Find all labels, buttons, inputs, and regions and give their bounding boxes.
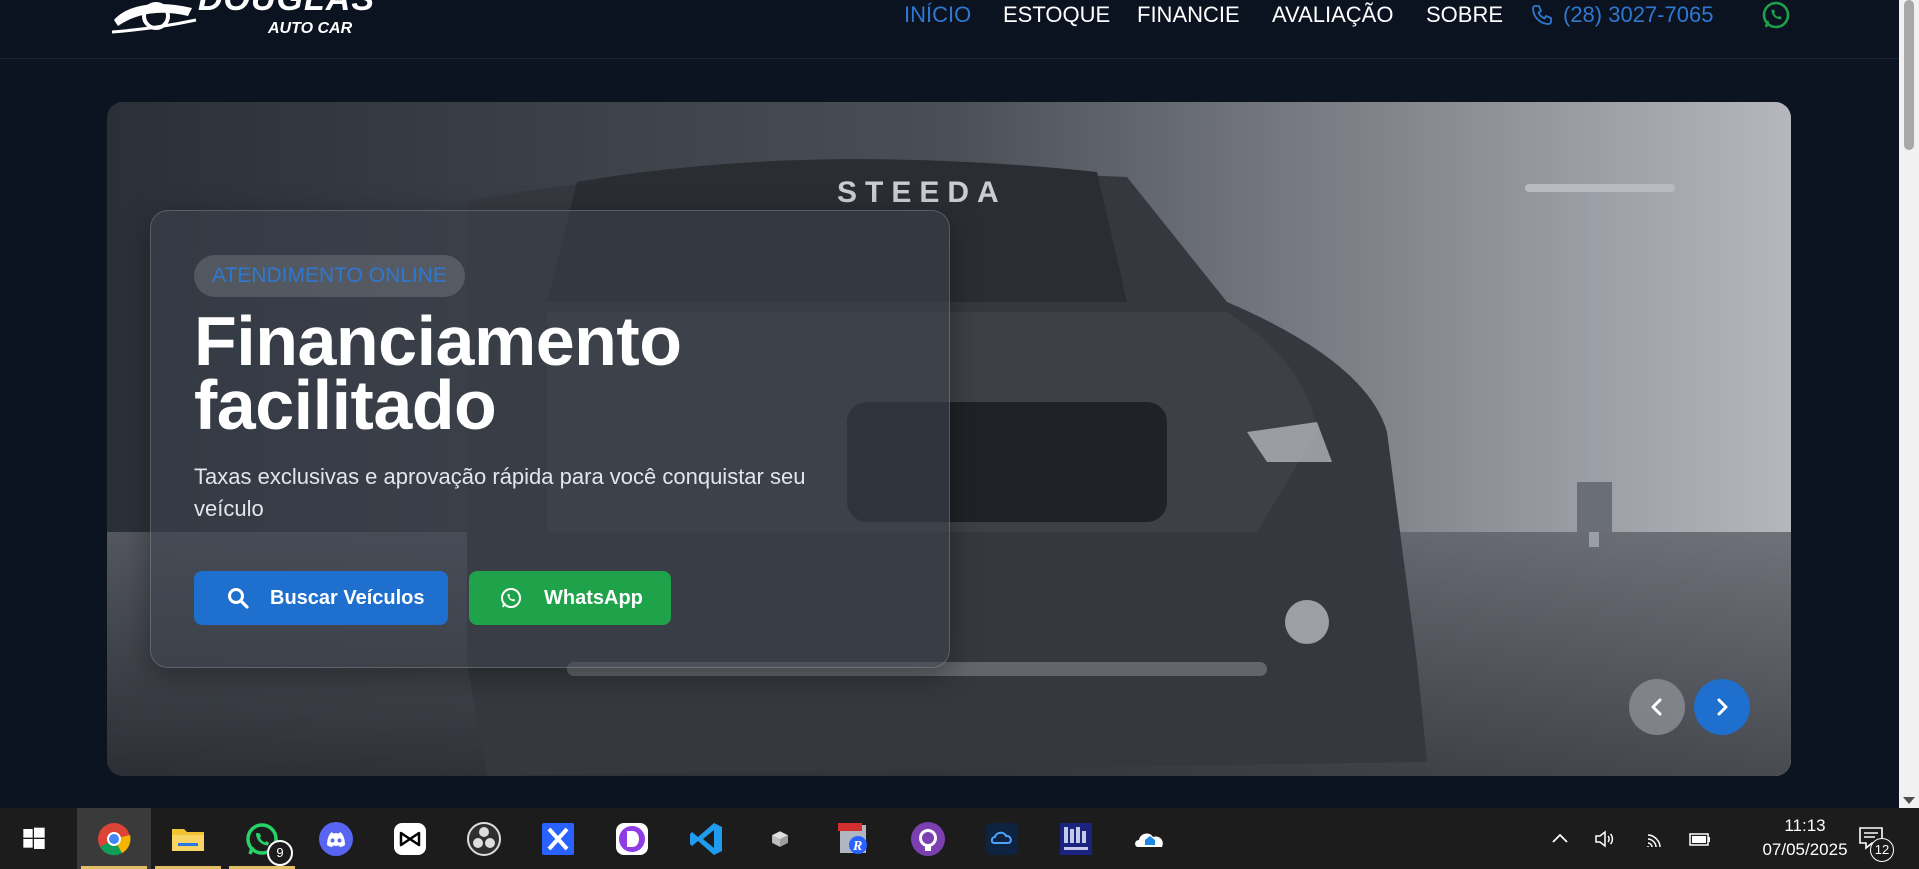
carousel-prev-button[interactable]	[1629, 679, 1685, 735]
vscode-icon	[690, 823, 722, 855]
taskbar-clock[interactable]: 11:13 07/05/2025	[1750, 814, 1860, 862]
taskbar-discord[interactable]	[299, 808, 373, 869]
scrollbar-thumb[interactable]	[1904, 0, 1914, 150]
nav-item-inicio[interactable]: INÍCIO	[904, 2, 971, 28]
whatsapp-icon[interactable]	[1761, 0, 1791, 30]
taskbar-capcut[interactable]	[373, 808, 447, 869]
taskbar-github[interactable]	[891, 808, 965, 869]
discord-icon	[319, 822, 353, 856]
car-logo-icon	[111, 2, 197, 34]
page-scrollbar[interactable]	[1899, 0, 1919, 808]
search-icon	[228, 588, 249, 609]
windows-taskbar: 9 R 11:13 07/05/2025 12	[0, 808, 1919, 869]
obs-icon	[467, 822, 501, 856]
nav-item-estoque[interactable]: ESTOQUE	[1003, 2, 1110, 28]
app-d-icon	[616, 823, 648, 855]
phone-icon[interactable]	[1530, 3, 1554, 27]
app-x-icon	[542, 823, 574, 855]
brand-subtitle: AUTO CAR	[268, 20, 353, 37]
clock-time: 11:13	[1784, 816, 1826, 835]
battery-icon[interactable]	[1688, 827, 1712, 851]
carousel-next-button[interactable]	[1694, 679, 1750, 735]
whatsapp-button-label: WhatsApp	[544, 587, 643, 609]
whatsapp-icon	[501, 588, 521, 608]
notification-count-badge: 12	[1870, 838, 1894, 862]
clock-date: 07/05/2025	[1762, 840, 1848, 859]
hero-title: Financiamento facilitado	[194, 302, 894, 444]
chrome-icon	[98, 823, 131, 856]
nav-item-avaliacao[interactable]: AVALIAÇÃO	[1272, 2, 1393, 28]
windows-logo-icon	[23, 827, 45, 849]
hero-info-card: ATENDIMENTO ONLINE Financiamento facilit…	[150, 210, 950, 668]
hero-title-line1: Financiamento	[194, 302, 682, 380]
site-header: DOUGLAS AUTO CAR INÍCIO ESTOQUE FINANCIE…	[0, 0, 1899, 59]
taskbar-obs[interactable]	[447, 808, 521, 869]
brand-logo[interactable]: DOUGLAS AUTO CAR	[108, 0, 374, 42]
taskbar-whatsapp[interactable]: 9	[225, 808, 299, 869]
taskbar-app-r[interactable]: R	[817, 808, 891, 869]
httrack-icon	[1060, 823, 1092, 855]
taskbar-onedrive-house[interactable]	[1113, 808, 1187, 869]
onedrive-house-icon	[1135, 833, 1163, 847]
hero-description: Taxas exclusivas e aprovação rápida para…	[194, 464, 806, 521]
taskbar-cloud-app[interactable]	[965, 808, 1039, 869]
taskbar-box-app[interactable]	[743, 808, 817, 869]
whatsapp-unread-badge: 9	[267, 840, 293, 866]
nav-item-financie[interactable]: FINANCIE	[1137, 2, 1240, 28]
search-vehicles-label: Buscar Veículos	[270, 587, 425, 609]
hero-carousel: STEEDA ATENDIMENTO ONLINE Financiamento …	[107, 102, 1791, 776]
cloud-app-icon	[986, 823, 1018, 855]
github-icon	[911, 822, 945, 856]
taskbar-chrome[interactable]	[77, 808, 151, 869]
chevron-left-icon	[1651, 698, 1662, 716]
taskbar-file-explorer[interactable]	[151, 808, 225, 869]
status-badge: ATENDIMENTO ONLINE	[194, 255, 465, 297]
nav-item-sobre[interactable]: SOBRE	[1426, 2, 1503, 28]
taskbar-httrack[interactable]	[1039, 808, 1113, 869]
header-phone[interactable]: (28) 3027-7065	[1563, 2, 1713, 28]
search-vehicles-button[interactable]: Buscar Veículos	[194, 571, 448, 625]
windshield-banner-text: STEEDA	[837, 176, 1007, 209]
wifi-icon[interactable]	[1644, 827, 1668, 851]
whatsapp-button[interactable]: WhatsApp	[469, 571, 671, 625]
svg-text:R: R	[852, 839, 862, 854]
app-r-icon: R	[838, 823, 867, 854]
system-tray	[1540, 808, 1740, 869]
capcut-icon	[394, 823, 426, 855]
taskbar-app-x[interactable]	[521, 808, 595, 869]
chevron-up-icon[interactable]	[1548, 827, 1572, 851]
scroll-down-arrow-icon[interactable]	[1903, 797, 1915, 804]
brand-name: DOUGLAS	[198, 0, 375, 16]
box-icon	[772, 831, 788, 847]
hero-title-line2: facilitado	[194, 366, 497, 444]
taskbar-vscode[interactable]	[669, 808, 743, 869]
start-button[interactable]	[0, 808, 70, 869]
chevron-right-icon	[1717, 698, 1728, 716]
file-explorer-icon	[172, 829, 204, 851]
volume-icon[interactable]	[1592, 827, 1616, 851]
taskbar-app-d[interactable]	[595, 808, 669, 869]
